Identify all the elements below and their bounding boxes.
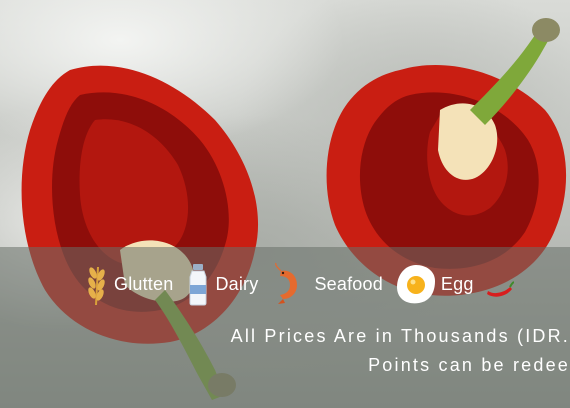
chili-pepper-icon	[486, 281, 514, 297]
milk-bottle-icon	[189, 264, 207, 306]
allergen-legend: Glutten Dairy Seafood Egg	[82, 258, 526, 310]
legend-item-spicy	[484, 261, 516, 307]
wheat-icon	[88, 266, 105, 306]
legend-label: Seafood	[314, 273, 383, 294]
legend-item-egg: Egg	[393, 261, 474, 307]
legend-label: Dairy	[215, 273, 259, 294]
legend-item-seafood: Seafood	[268, 261, 383, 307]
points-note: Points can be redee	[368, 355, 570, 375]
fried-egg-icon	[396, 265, 435, 304]
shrimp-icon	[275, 262, 298, 304]
legend-item-dairy: Dairy	[183, 261, 258, 307]
legend-label: Egg	[440, 273, 474, 294]
legend-label: Glutten	[114, 273, 174, 294]
prices-note: All Prices Are in Thousands (IDR.	[230, 326, 570, 346]
legend-item-gluten: Glutten	[82, 261, 173, 307]
